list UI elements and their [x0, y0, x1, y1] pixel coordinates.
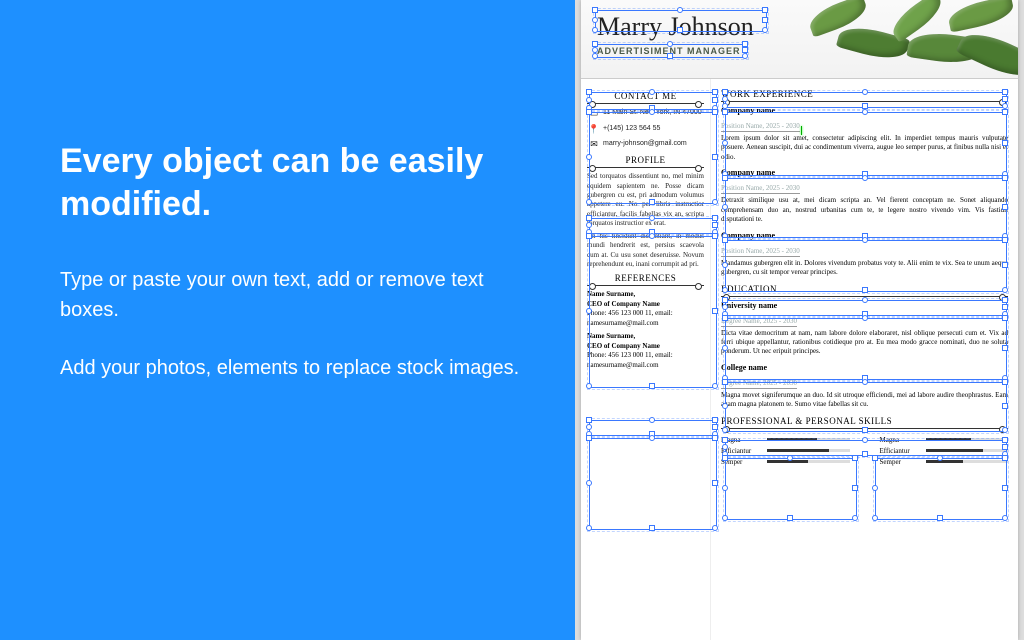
- header-banner[interactable]: Marry Johnson ADVERTISIMENT MANAGER: [581, 0, 1018, 79]
- entry[interactable]: Company namePosition Name, 2025 - 2030Lo…: [721, 106, 1008, 162]
- divider: [587, 103, 704, 104]
- references-heading[interactable]: REFERENCES: [587, 273, 704, 283]
- divider: [721, 296, 1008, 297]
- skill-row[interactable]: Efficiantur: [880, 447, 1009, 455]
- divider: [587, 167, 704, 168]
- skill-row[interactable]: Magna: [880, 436, 1009, 444]
- contact-heading[interactable]: CONTACT ME: [587, 91, 704, 101]
- promo-headline: Every object can be easily modified.: [60, 140, 525, 225]
- reference-item[interactable]: Name Surname,CEO of Company NamePhone: 4…: [587, 332, 704, 370]
- reference-item[interactable]: Name Surname,CEO of Company NamePhone: 4…: [587, 290, 704, 328]
- work-heading[interactable]: WORK EXPERIENCE: [721, 89, 1008, 99]
- promo-panel: Every object can be easily modified. Typ…: [0, 0, 575, 640]
- skills-heading[interactable]: PROFESSIONAL & PERSONAL SKILLS: [721, 416, 1008, 426]
- promo-paragraph-1: Type or paste your own text, add or remo…: [60, 265, 525, 325]
- resume-name[interactable]: Marry Johnson: [597, 12, 754, 42]
- divider: [721, 101, 1008, 102]
- contact-address-row[interactable]: ▭ 11 Main St. New York, IN 47000: [587, 108, 704, 120]
- contact-address: 11 Main St. New York, IN 47000: [603, 108, 704, 117]
- main-column: WORK EXPERIENCE Company namePosition Nam…: [711, 79, 1018, 640]
- document-editor-preview: Marry Johnson ADVERTISIMENT MANAGER CONT…: [575, 0, 1024, 640]
- skill-row[interactable]: Semper: [880, 458, 1009, 466]
- address-icon: ▭: [587, 108, 601, 120]
- resume-role[interactable]: ADVERTISIMENT MANAGER: [597, 46, 741, 56]
- profile-heading[interactable]: PROFILE: [587, 155, 704, 165]
- contact-phone: +(145) 123 564 55: [603, 124, 704, 133]
- entry[interactable]: University nameDegree Name, 2025 - 2030D…: [721, 301, 1008, 357]
- entry[interactable]: Company namePosition Name, 2025 - 2030Ma…: [721, 231, 1008, 278]
- divider: [587, 285, 704, 286]
- profile-paragraph[interactable]: Sed torquatos dissentiunt no, mel minim …: [587, 172, 704, 229]
- contact-email: marry-johnson@gmail.com: [603, 139, 704, 148]
- contact-phone-row[interactable]: 📍 +(145) 123 564 55: [587, 124, 704, 136]
- contact-email-row[interactable]: ✉ marry-johnson@gmail.com: [587, 139, 704, 151]
- skill-row[interactable]: Magna: [721, 436, 850, 444]
- education-heading[interactable]: EDUCATION: [721, 284, 1008, 294]
- profile-paragraph[interactable]: An his tincidunt dissentiant, in modus m…: [587, 232, 704, 270]
- entry[interactable]: College nameDegree Name, 2025 - 2030Magn…: [721, 363, 1008, 410]
- skill-row[interactable]: Efficiantur: [721, 447, 850, 455]
- email-icon: ✉: [587, 139, 601, 151]
- sidebar-column: CONTACT ME ▭ 11 Main St. New York, IN 47…: [581, 79, 711, 640]
- promo-paragraph-2: Add your photos, elements to replace sto…: [60, 353, 525, 383]
- header-plant-image[interactable]: [798, 0, 1018, 78]
- skill-row[interactable]: Semper: [721, 458, 850, 466]
- phone-icon: 📍: [587, 124, 601, 136]
- divider: [721, 428, 1008, 429]
- resume-page[interactable]: Marry Johnson ADVERTISIMENT MANAGER CONT…: [581, 0, 1018, 640]
- entry[interactable]: Company namePosition Name, 2025 - 2030De…: [721, 168, 1008, 224]
